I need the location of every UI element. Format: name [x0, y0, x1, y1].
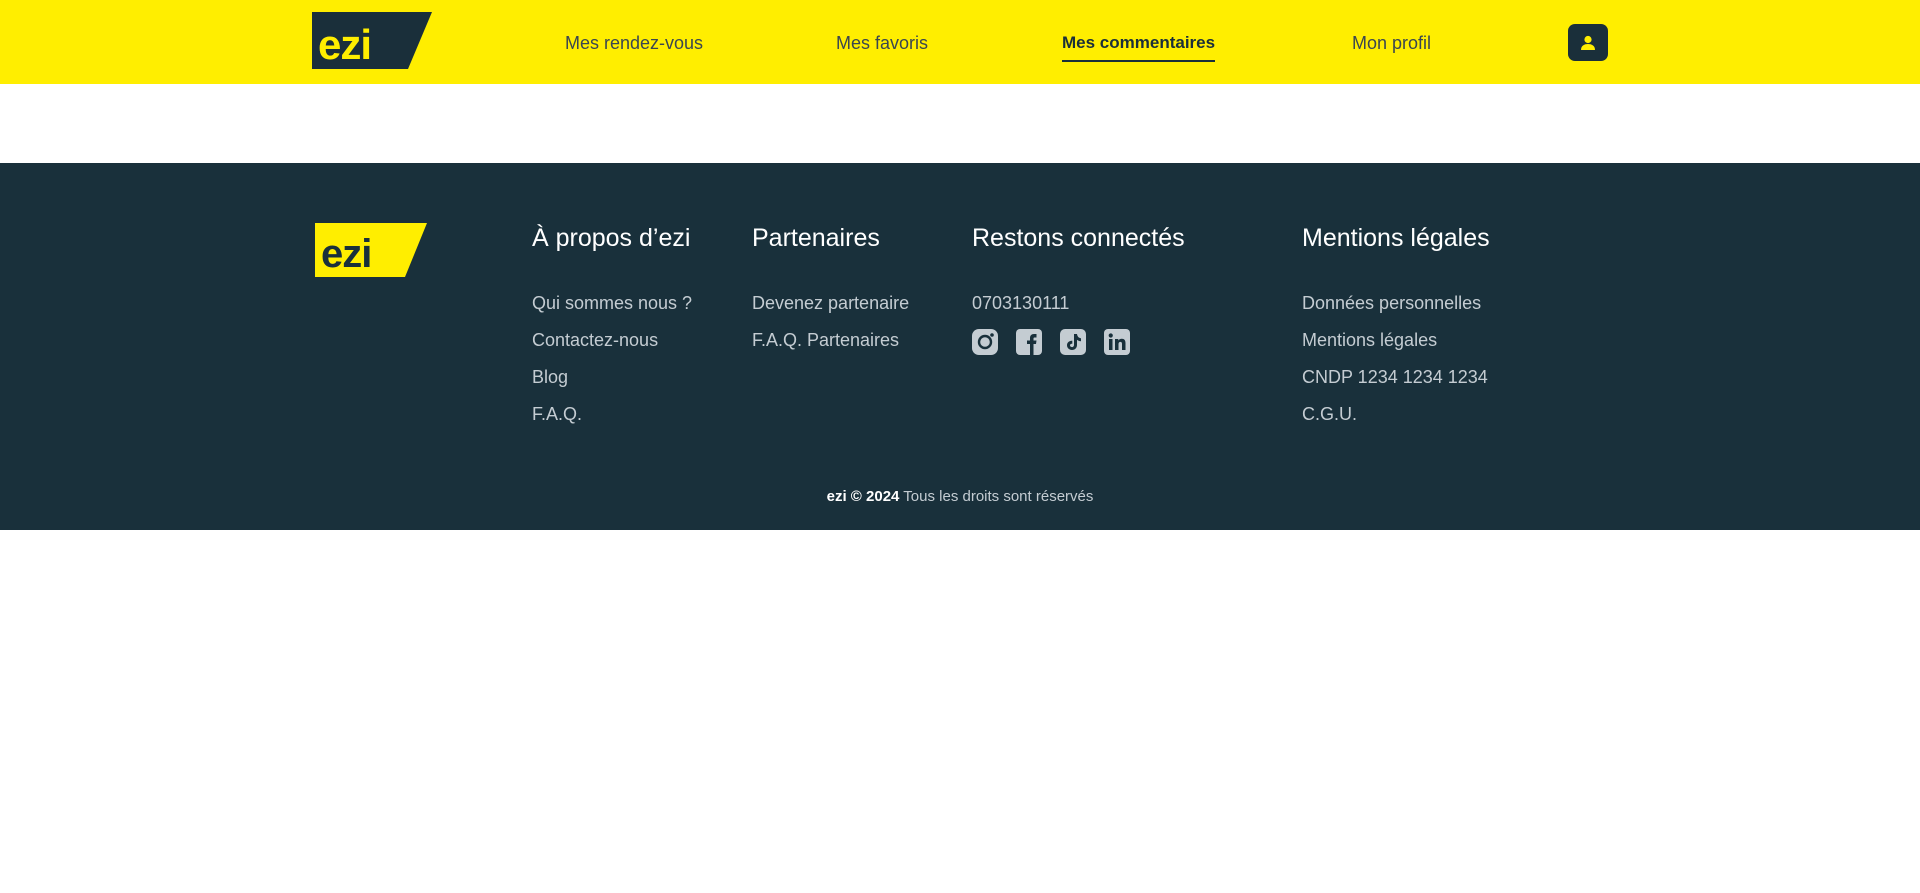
footer-link-blog[interactable]: Blog — [532, 366, 568, 388]
active-tab-underline — [1062, 60, 1216, 62]
user-icon — [1581, 35, 1595, 50]
footer-ezi-logo[interactable]: ezi — [315, 223, 427, 277]
footer-link-qui-sommes-nous[interactable]: Qui sommes nous ? — [532, 292, 692, 314]
facebook-icon[interactable] — [1016, 329, 1042, 355]
footer-title-mentions-legales: Mentions légales — [1302, 224, 1490, 252]
footer-title-a-propos: À propos d’ezi — [532, 224, 691, 252]
nav-mes-commentaires[interactable]: Mes commentaires — [1062, 32, 1216, 62]
footer-link-mentions-legales[interactable]: Mentions légales — [1302, 329, 1437, 351]
nav-mes-commentaires-label: Mes commentaires — [1062, 33, 1216, 52]
footer-link-faq-partenaires[interactable]: F.A.Q. Partenaires — [752, 329, 899, 351]
footer-link-contactez-nous[interactable]: Contactez-nous — [532, 329, 658, 351]
footer-phone-number[interactable]: 0703130111 — [972, 292, 1069, 314]
nav-mes-rendez-vous[interactable]: Mes rendez-vous — [565, 32, 703, 54]
footer-title-restons-connectes: Restons connectés — [972, 224, 1185, 252]
logo-text: ezi — [318, 21, 372, 68]
top-navbar: ezi Mes rendez-vous Mes favoris Mes comm… — [0, 0, 1920, 84]
footer: ezi À propos d’ezi Qui sommes nous ? Con… — [0, 163, 1920, 530]
copyright-text: Tous les droits sont réservés — [903, 488, 1094, 505]
footer-link-devenez-partenaire[interactable]: Devenez partenaire — [752, 292, 909, 314]
footer-title-partenaires: Partenaires — [752, 224, 880, 252]
profile-button[interactable] — [1568, 24, 1608, 61]
copyright-brand: ezi © 2024 — [826, 488, 900, 505]
nav-mon-profil[interactable]: Mon profil — [1352, 32, 1431, 54]
linkedin-icon[interactable] — [1104, 329, 1130, 355]
ezi-logo[interactable]: ezi — [312, 12, 432, 69]
footer-link-cgu[interactable]: C.G.U. — [1302, 403, 1357, 425]
tiktok-icon[interactable] — [1060, 329, 1086, 355]
instagram-icon[interactable] — [972, 329, 998, 355]
footer-link-donnees-personnelles[interactable]: Données personnelles — [1302, 292, 1481, 314]
footer-logo-text: ezi — [321, 232, 372, 276]
footer-cndp-number: CNDP 1234 1234 1234 — [1302, 367, 1488, 387]
nav-mes-favoris[interactable]: Mes favoris — [836, 32, 928, 54]
copyright-notice: ezi © 2024 Tous les droits sont réservés — [0, 488, 1920, 505]
footer-link-faq[interactable]: F.A.Q. — [532, 403, 582, 425]
